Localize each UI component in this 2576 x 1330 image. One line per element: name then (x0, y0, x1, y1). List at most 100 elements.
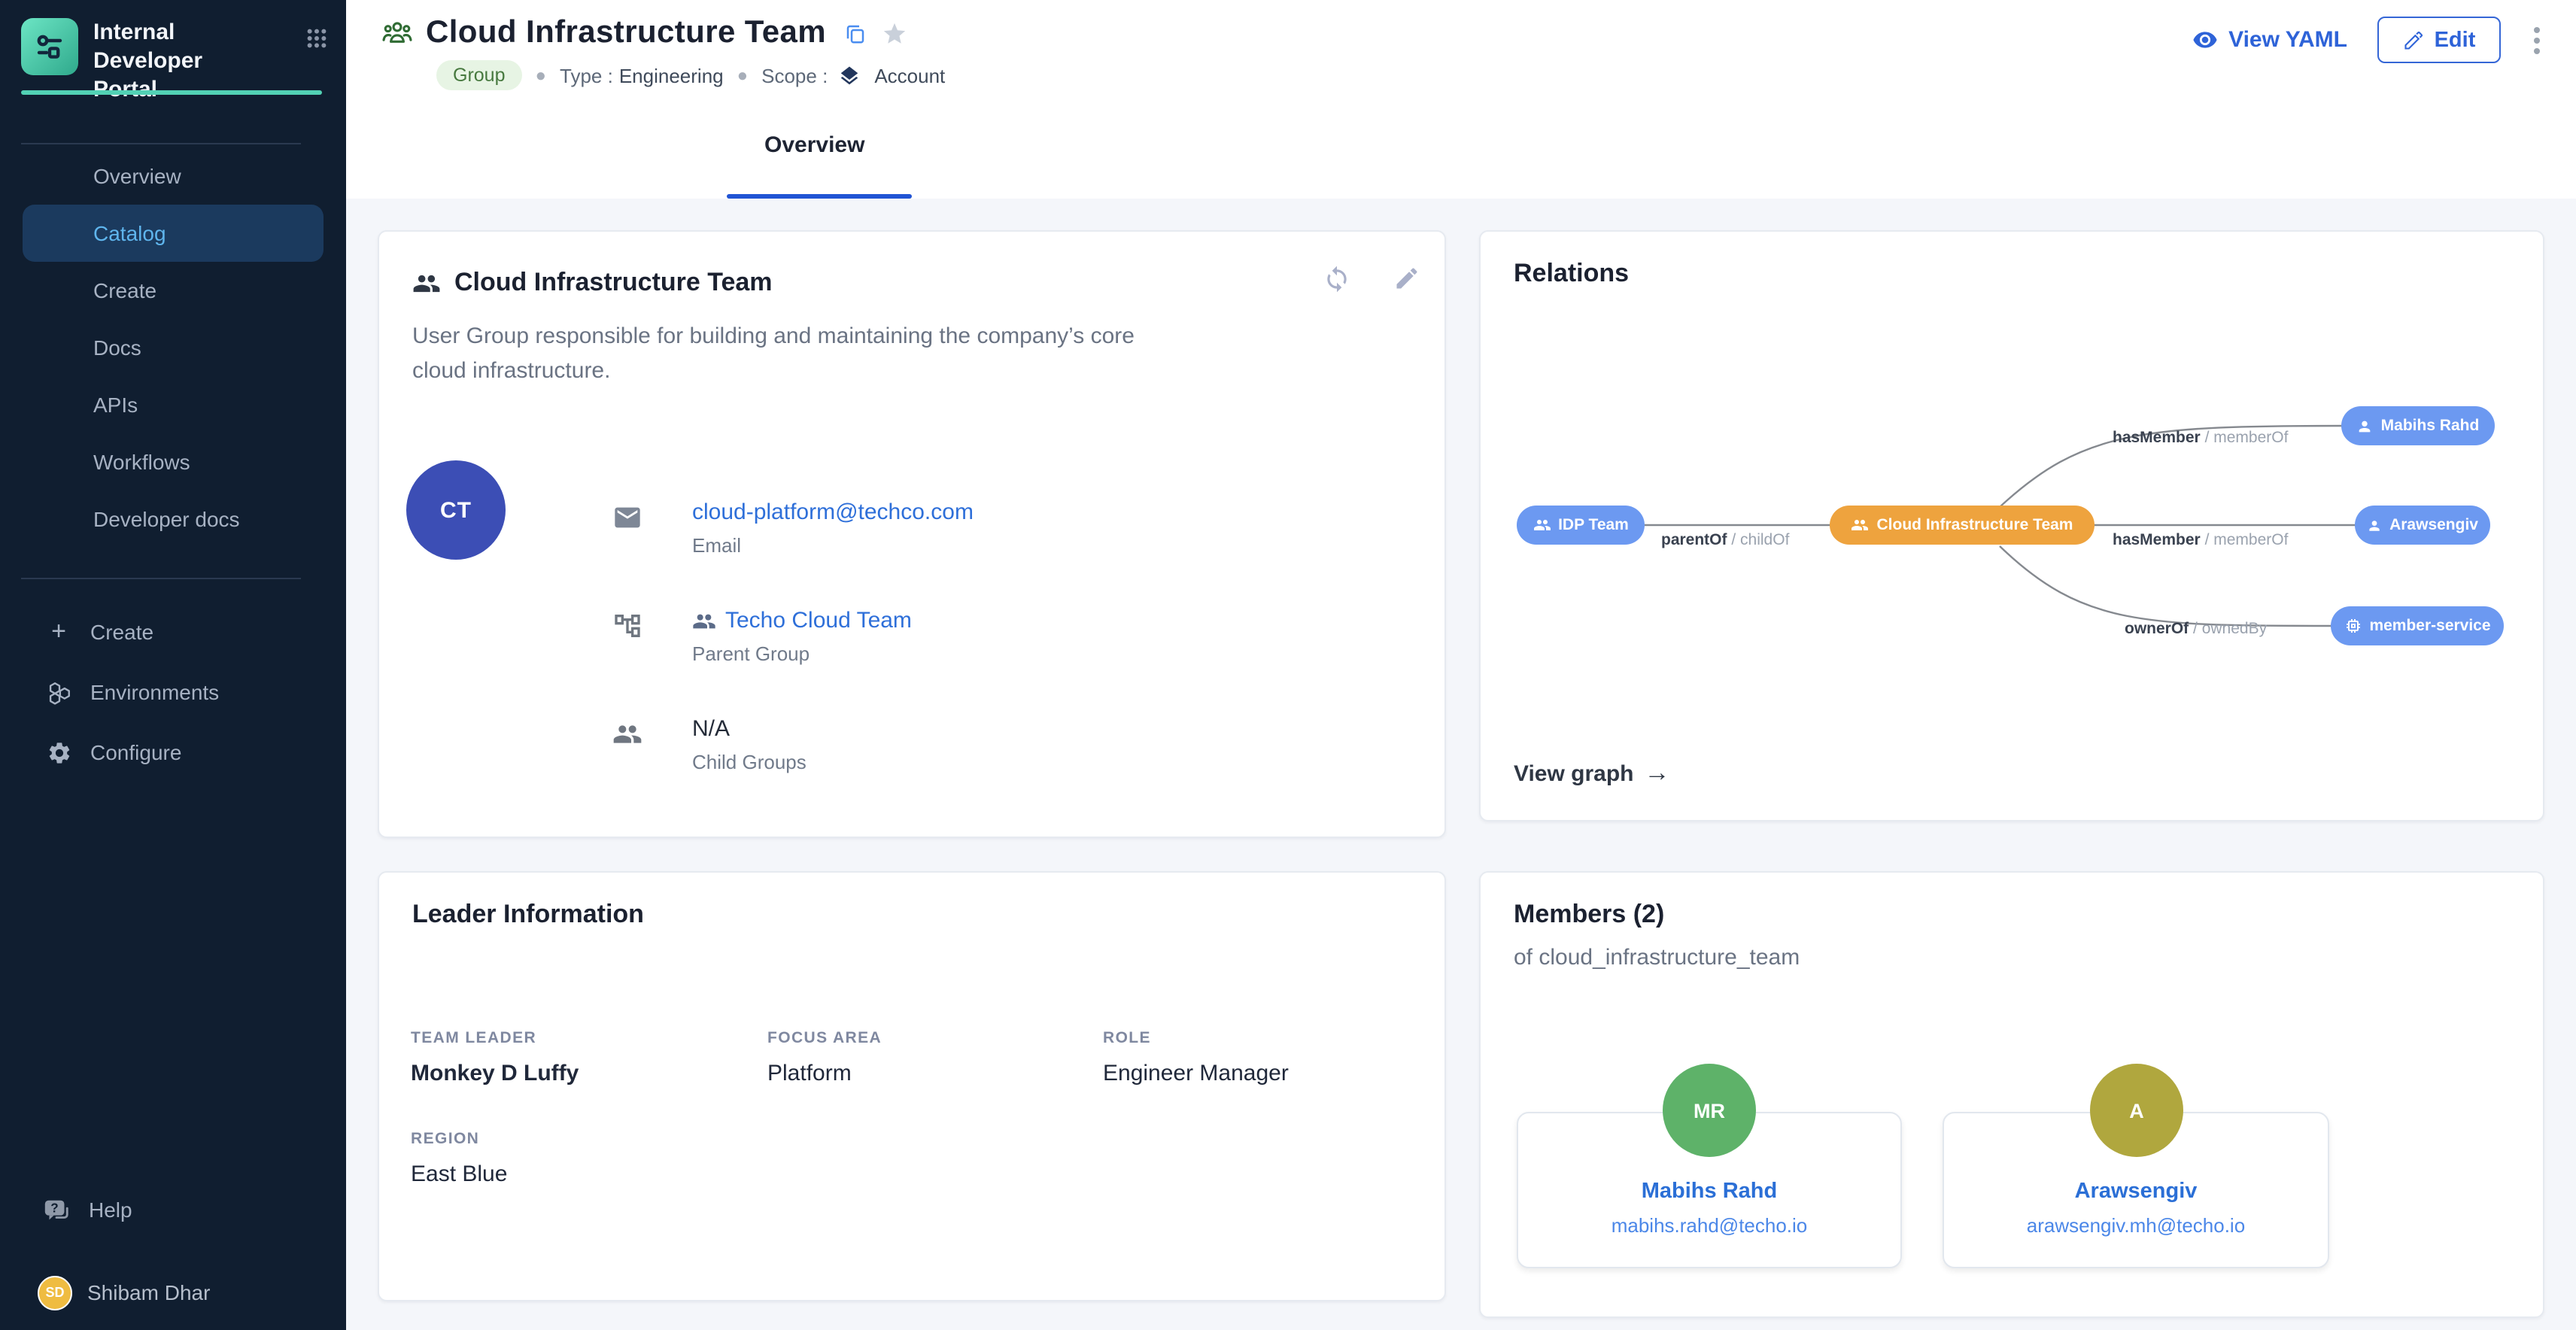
field-value: Monkey D Luffy (411, 1061, 579, 1086)
sidebar-item-create[interactable]: Create (23, 262, 324, 319)
action-label: Create (90, 620, 153, 644)
edit-pencil-icon[interactable] (1393, 265, 1420, 293)
edge-label-parentof: parentOf / childOf (1661, 531, 1789, 549)
person-icon (2367, 517, 2382, 533)
parent-group-name: Techo Cloud Team (725, 608, 912, 633)
member-name-link[interactable]: Arawsengiv (2075, 1180, 2198, 1204)
sidebar-item-overview[interactable]: Overview (23, 147, 324, 205)
help-chat-icon: ? (42, 1195, 71, 1224)
graph-node-member-service[interactable]: member-service (2331, 606, 2504, 645)
hexagons-icon (45, 679, 72, 706)
group-entity-icon (381, 17, 414, 50)
team-info-card: Cloud Infrastructure Team User Group res… (378, 230, 1446, 838)
view-yaml-button[interactable]: View YAML (2192, 27, 2347, 53)
copy-icon[interactable] (844, 22, 867, 44)
sidebar-item-developer-docs[interactable]: Developer docs (23, 490, 324, 548)
node-label: Mabihs Rahd (2381, 417, 2480, 435)
user-name: Shibam Dhar (87, 1280, 210, 1304)
group-icon (1533, 516, 1551, 534)
scope-label: Scope : (761, 64, 828, 87)
node-label: member-service (2369, 617, 2490, 635)
field-role: ROLE Engineer Manager (1103, 1029, 1289, 1086)
members-title: Members (2) (1514, 900, 1664, 930)
email-row: cloud-platform@techco.com Email (612, 500, 974, 557)
team-description: User Group responsible for building and … (412, 319, 1195, 388)
sidebar-help[interactable]: ? Help (0, 1189, 346, 1231)
eye-icon (2192, 27, 2218, 53)
members-card: Members (2) of cloud_infrastructure_team… (1479, 871, 2544, 1318)
email-icon (612, 503, 642, 557)
type-label: Type : (560, 64, 613, 87)
sidebar-item-docs[interactable]: Docs (23, 319, 324, 376)
edge-label-ownerof: ownerOf / ownedBy (2125, 620, 2267, 638)
view-graph-label: View graph (1514, 761, 1634, 786)
member-avatar: A (2090, 1064, 2183, 1157)
relations-card: Relations IDP Team Cloud Infrastructure … (1479, 230, 2544, 821)
sidebar: Internal Developer Portal Overview Catal… (0, 0, 346, 1330)
view-yaml-label: View YAML (2228, 27, 2347, 53)
edge-label-hasmember-top: hasMember / memberOf (2113, 429, 2288, 447)
sidebar-user[interactable]: SD Shibam Dhar (0, 1271, 346, 1313)
child-groups-label: Child Groups (692, 751, 807, 773)
app-root: Internal Developer Portal Overview Catal… (0, 0, 2576, 1330)
kind-badge: Group (436, 60, 522, 90)
sidebar-actions: + Create Environments Configure (0, 602, 346, 782)
page-title: Cloud Infrastructure Team (426, 15, 826, 51)
chip-icon (2344, 617, 2362, 635)
svg-text:?: ? (50, 1201, 58, 1215)
type-value: Engineering (619, 64, 724, 87)
brand: Internal Developer Portal (0, 0, 346, 104)
graph-node-mabihs-rahd[interactable]: Mabihs Rahd (2341, 406, 2495, 445)
people-icon (612, 719, 642, 773)
sidebar-item-workflows[interactable]: Workflows (23, 433, 324, 490)
member-avatar: MR (1663, 1064, 1756, 1157)
people-icon (412, 269, 441, 297)
sidebar-action-environments[interactable]: Environments (0, 662, 346, 722)
field-value: Engineer Manager (1103, 1061, 1289, 1086)
member-name-link[interactable]: Mabihs Rahd (1642, 1180, 1777, 1204)
node-label: IDP Team (1558, 516, 1629, 534)
plus-icon: + (45, 618, 72, 645)
team-email-link[interactable]: cloud-platform@techco.com (692, 500, 974, 525)
app-logo-icon[interactable] (21, 18, 78, 75)
dot-separator: ● (536, 65, 547, 86)
group-icon (1852, 516, 1870, 534)
sidebar-item-catalog[interactable]: Catalog (23, 205, 324, 262)
sidebar-action-configure[interactable]: Configure (0, 722, 346, 782)
child-groups-value: N/A (692, 716, 807, 742)
page-header: Cloud Infrastructure Team Group ● Type :… (346, 0, 2576, 199)
tab-overview[interactable]: Overview (764, 132, 864, 158)
field-label: FOCUS AREA (767, 1029, 882, 1047)
graph-node-arawsengiv[interactable]: Arawsengiv (2355, 506, 2490, 545)
edit-button[interactable]: Edit (2377, 17, 2501, 63)
parent-group-link[interactable]: Techo Cloud Team (692, 608, 912, 633)
more-options-menu-icon[interactable] (2531, 23, 2543, 56)
sidebar-item-apis[interactable]: APIs (23, 376, 324, 433)
graph-node-idp-team[interactable]: IDP Team (1517, 506, 1645, 545)
field-value: East Blue (411, 1161, 507, 1187)
node-label: Arawsengiv (2389, 516, 2478, 534)
app-switcher-grid-icon[interactable] (305, 27, 328, 57)
sidebar-divider (21, 578, 301, 579)
star-icon[interactable] (882, 20, 907, 46)
field-region: REGION East Blue (411, 1130, 507, 1187)
sidebar-action-create[interactable]: + Create (0, 602, 346, 662)
leader-card-title: Leader Information (412, 900, 644, 930)
layers-icon (838, 64, 861, 87)
leader-information-card: Leader Information TEAM LEADER Monkey D … (378, 871, 1446, 1301)
sitemap-icon (612, 611, 642, 665)
refresh-icon[interactable] (1323, 265, 1351, 293)
graph-node-cloud-infrastructure-team[interactable]: Cloud Infrastructure Team (1830, 506, 2095, 545)
action-label: Configure (90, 740, 181, 764)
dot-separator: ● (737, 65, 749, 86)
view-graph-link[interactable]: View graph → (1514, 758, 1670, 788)
member-email-link[interactable]: mabihs.rahd@techo.io (1612, 1214, 1808, 1237)
sidebar-accent-bar (21, 90, 322, 95)
scope-value: Account (874, 64, 945, 87)
member-email-link[interactable]: arawsengiv.mh@techo.io (2027, 1214, 2245, 1237)
field-label: TEAM LEADER (411, 1029, 579, 1047)
action-label: Environments (90, 680, 219, 704)
edit-label: Edit (2435, 28, 2476, 52)
team-avatar: CT (406, 460, 506, 560)
field-focus-area: FOCUS AREA Platform (767, 1029, 882, 1086)
